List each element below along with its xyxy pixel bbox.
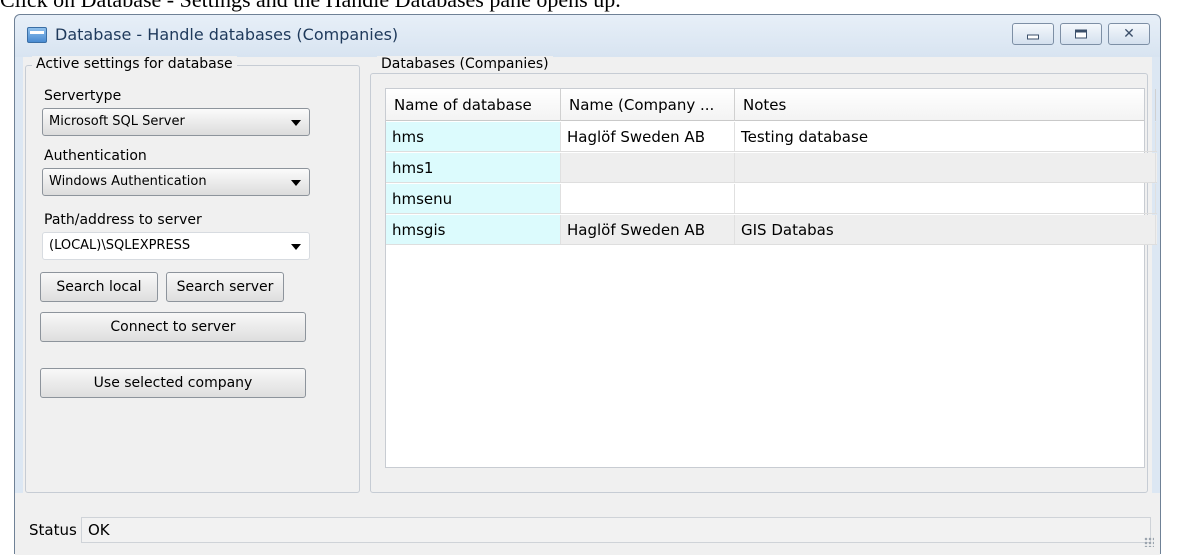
cell-notes: GIS Databas — [735, 215, 1156, 244]
table-row[interactable]: hms Haglöf Sweden AB Testing database — [386, 122, 1157, 152]
cell-database-name: hmsgis — [386, 215, 561, 244]
active-settings-group: Active settings for database Servertype … — [25, 56, 360, 493]
cell-database-name: hmsenu — [386, 184, 561, 213]
connect-to-server-button[interactable]: Connect to server — [40, 312, 306, 342]
chevron-down-icon — [291, 120, 301, 126]
path-value: (LOCAL)\SQLEXPRESS — [49, 238, 191, 253]
table-row[interactable]: hms1 — [386, 153, 1157, 183]
status-bar: Status OK — [15, 493, 1160, 555]
status-value: OK — [81, 517, 1151, 543]
window-client-area: Active settings for database Servertype … — [23, 56, 1157, 493]
window-app-icon — [27, 27, 47, 43]
maximize-button[interactable] — [1060, 23, 1102, 45]
databases-table[interactable]: Name of database Name (Company ... Notes… — [385, 88, 1157, 468]
active-settings-legend: Active settings for database — [32, 56, 237, 72]
servertype-select[interactable]: Microsoft SQL Server — [42, 108, 310, 136]
window-title: Database - Handle databases (Companies) — [55, 25, 399, 44]
search-local-button[interactable]: Search local — [40, 272, 158, 302]
servertype-label: Servertype — [44, 88, 122, 104]
table-row[interactable]: hmsenu — [386, 184, 1157, 214]
caption-text: Click on Database - Settings and the Han… — [0, 0, 621, 13]
cell-company-name: Haglöf Sweden AB — [561, 122, 735, 151]
cell-database-name: hms — [386, 122, 561, 151]
search-server-button[interactable]: Search server — [166, 272, 284, 302]
status-label: Status — [29, 521, 77, 539]
use-selected-company-button[interactable]: Use selected company — [40, 368, 306, 398]
authentication-value: Windows Authentication — [49, 174, 207, 189]
cell-company-name — [561, 153, 735, 182]
cell-database-name: hms1 — [386, 153, 561, 182]
column-header-company-name[interactable]: Name (Company ... — [561, 89, 735, 121]
column-header-database-name[interactable]: Name of database — [386, 89, 561, 121]
cell-notes — [735, 184, 1156, 213]
window-controls: ✕ — [1012, 23, 1150, 45]
database-window: Database - Handle databases (Companies) … — [14, 14, 1161, 555]
close-button[interactable]: ✕ — [1108, 23, 1150, 45]
cell-company-name: Haglöf Sweden AB — [561, 215, 735, 244]
minimize-icon — [1027, 34, 1039, 40]
databases-legend: Databases (Companies) — [377, 56, 553, 72]
cell-notes — [735, 153, 1156, 182]
databases-group: Databases (Companies) Name of database N… — [370, 56, 1157, 493]
close-icon: ✕ — [1123, 26, 1135, 42]
path-label: Path/address to server — [44, 212, 202, 228]
servertype-value: Microsoft SQL Server — [49, 114, 185, 129]
authentication-select[interactable]: Windows Authentication — [42, 168, 310, 196]
cell-notes: Testing database — [735, 122, 1156, 151]
title-bar[interactable]: Database - Handle databases (Companies) … — [15, 15, 1160, 57]
table-header: Name of database Name (Company ... Notes — [386, 89, 1156, 121]
maximize-icon — [1075, 29, 1087, 39]
chevron-down-icon — [291, 244, 301, 250]
resize-grip-icon[interactable] — [1144, 537, 1154, 547]
cell-company-name — [561, 184, 735, 213]
path-combobox[interactable]: (LOCAL)\SQLEXPRESS — [42, 232, 310, 260]
table-row[interactable]: hmsgis Haglöf Sweden AB GIS Databas — [386, 215, 1157, 245]
minimize-button[interactable] — [1012, 23, 1054, 45]
column-header-notes[interactable]: Notes — [735, 89, 1156, 121]
chevron-down-icon — [291, 180, 301, 186]
authentication-label: Authentication — [44, 148, 147, 164]
